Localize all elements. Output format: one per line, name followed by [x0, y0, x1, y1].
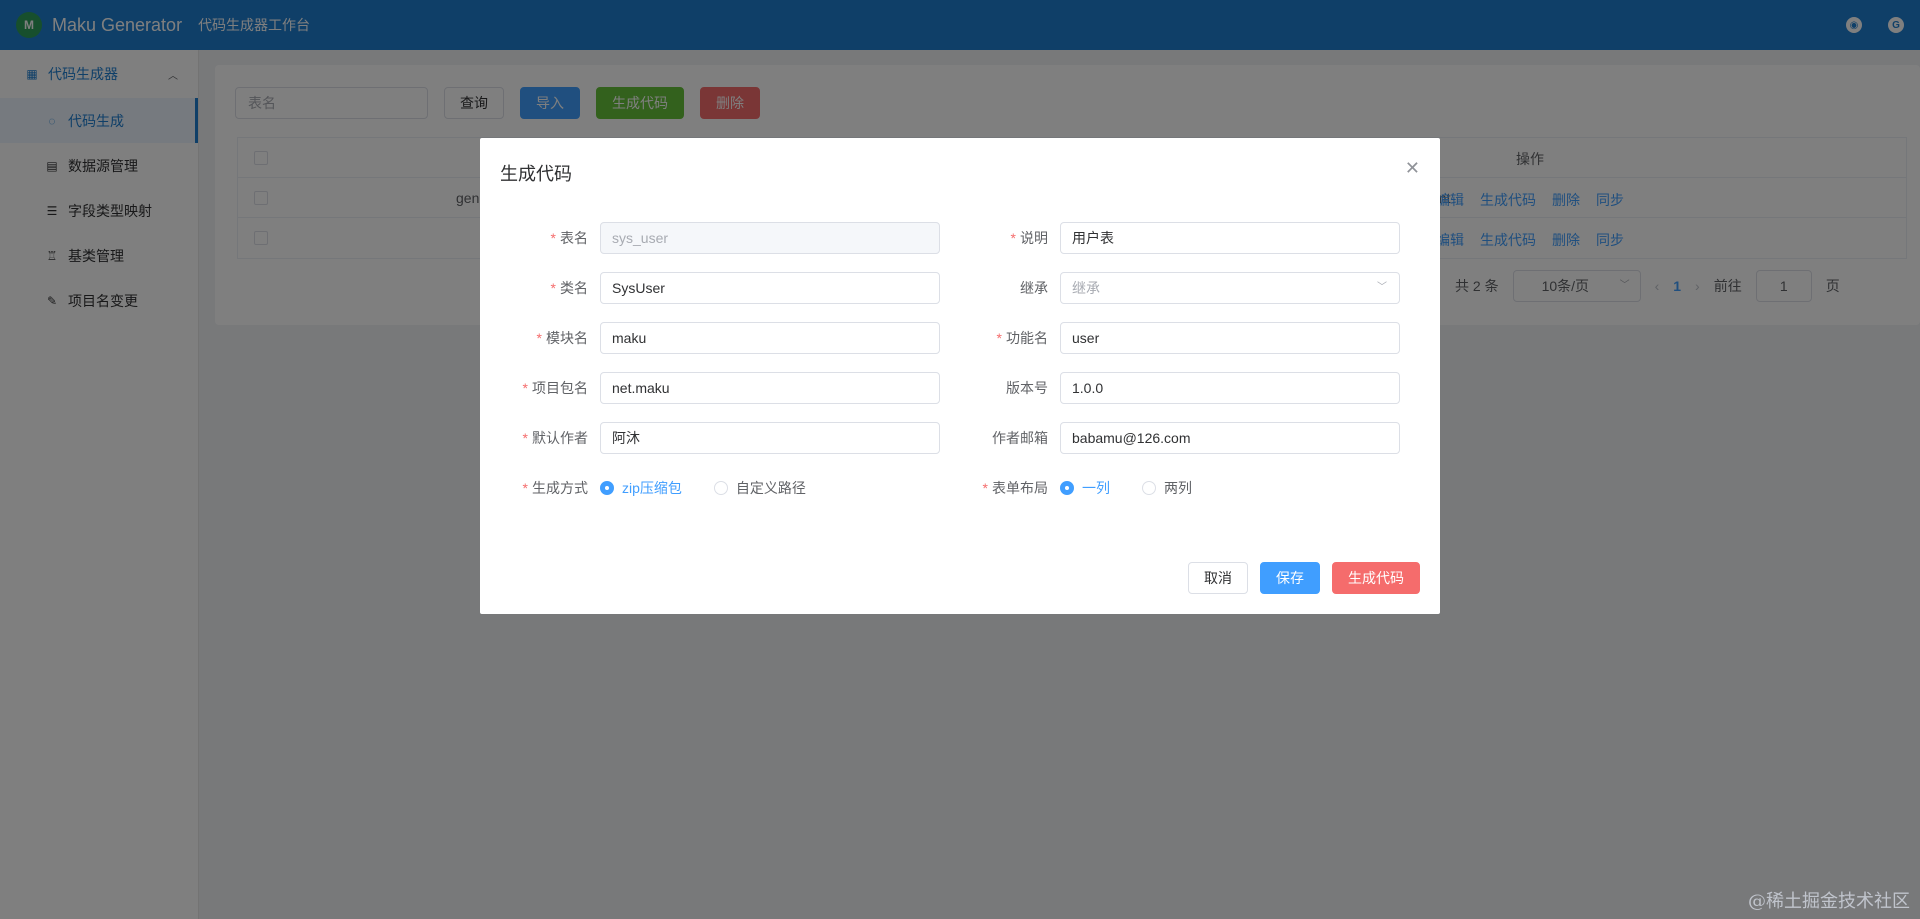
radio-label: zip压缩包	[622, 480, 682, 496]
author-field[interactable]: 阿沐	[600, 422, 940, 454]
email-field[interactable]: babamu@126.com	[1060, 422, 1400, 454]
label-email: 作者邮箱	[992, 430, 1048, 446]
radio-label: 两列	[1164, 480, 1192, 496]
package-name-field[interactable]: net.maku	[600, 372, 940, 404]
label-table-name: * 表名	[550, 230, 588, 246]
label-gen-type: * 生成方式	[522, 480, 588, 496]
label-module-name: * 模块名	[536, 330, 588, 346]
radio-two-columns[interactable]: 两列	[1142, 478, 1192, 498]
description-field[interactable]: 用户表	[1060, 222, 1400, 254]
dialog-generate-button[interactable]: 生成代码	[1332, 562, 1420, 594]
radio-dot	[713, 481, 728, 495]
radio-dot	[1060, 481, 1074, 495]
watermark: @稀土掘金技术社区	[1748, 891, 1910, 912]
radio-dot	[600, 481, 614, 495]
radio-dot	[1142, 481, 1156, 495]
generate-code-dialog: 生成代码 ✕ * 表名 sys_user * 说明 用户表 * 类名 SysUser …	[480, 138, 1440, 614]
label-version: 版本号	[1006, 380, 1048, 396]
chevron-down-icon: ﹀	[1377, 282, 1387, 293]
radio-label: 自定义路径	[735, 480, 806, 496]
label-class-name: * 类名	[550, 280, 588, 296]
label-form-layout: * 表单布局	[982, 480, 1048, 496]
class-name-field[interactable]: SysUser	[600, 272, 940, 304]
label-author: * 默认作者	[522, 430, 588, 446]
dialog-title: 生成代码	[500, 164, 572, 184]
radio-one-column[interactable]: 一列	[1060, 478, 1110, 498]
label-description: * 说明	[1010, 230, 1048, 246]
label-inherit: 继承	[1020, 280, 1048, 296]
close-icon[interactable]: ✕	[1405, 158, 1420, 179]
cancel-button[interactable]: 取消	[1188, 562, 1248, 594]
module-name-field[interactable]: maku	[600, 322, 940, 354]
label-package-name: * 项目包名	[522, 380, 588, 396]
function-name-field[interactable]: user	[1060, 322, 1400, 354]
label-function-name: * 功能名	[996, 330, 1048, 346]
radio-zip[interactable]: zip压缩包	[600, 478, 682, 498]
version-field[interactable]: 1.0.0	[1060, 372, 1400, 404]
table-name-field[interactable]: sys_user	[600, 222, 940, 254]
radio-label: 一列	[1082, 480, 1110, 496]
inherit-placeholder: 继承	[1072, 280, 1100, 296]
radio-custom-path[interactable]: 自定义路径	[713, 478, 806, 498]
save-button[interactable]: 保存	[1260, 562, 1320, 594]
inherit-select[interactable]: 继承 ﹀	[1060, 272, 1400, 304]
